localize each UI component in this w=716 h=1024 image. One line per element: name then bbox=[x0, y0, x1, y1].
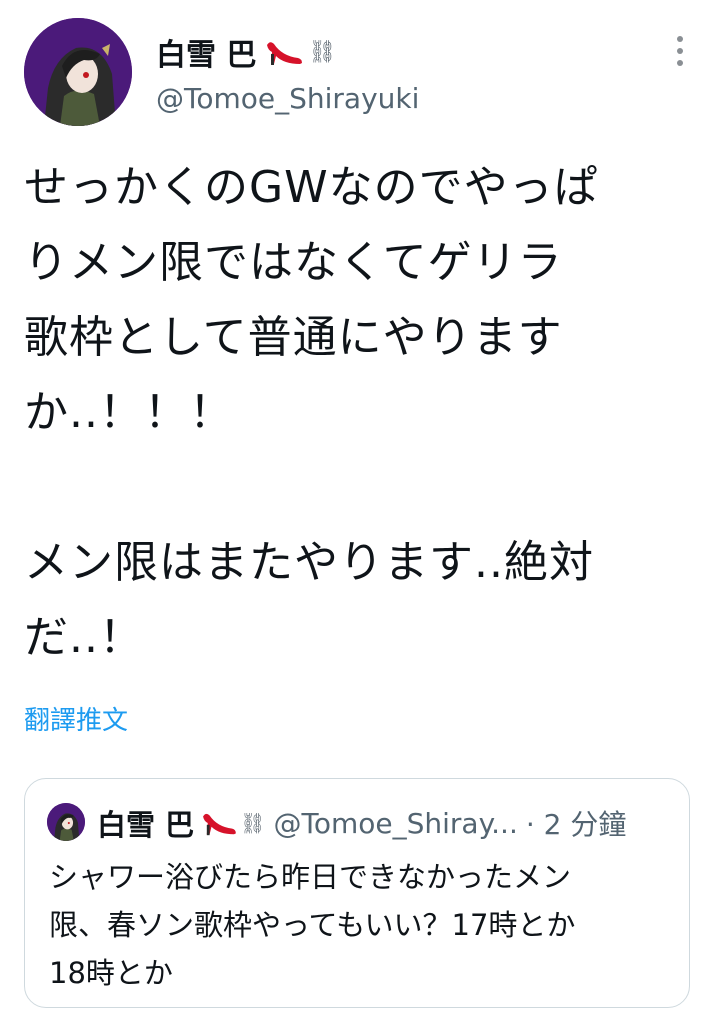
translate-tweet-link[interactable]: 翻譯推文 bbox=[24, 700, 128, 737]
quoted-author-avatar bbox=[47, 803, 85, 841]
quoted-tweet-card[interactable]: 白雪 巴 ⛓ @Tomoe_Shiray... · 2 分鐘 シャワー浴びたら昨… bbox=[24, 778, 690, 1008]
more-dot bbox=[677, 36, 683, 42]
quoted-tweet-text: シャワー浴びたら昨日できなかったメン 限、春ソン歌枠やってもいい？17時とか 1… bbox=[49, 860, 576, 990]
tweet-header: 白雪 巴 ⛓ @Tomoe_Shirayuki bbox=[24, 18, 692, 128]
tweet-text: せっかくのGWなのでやっぱ りメン限ではなくてゲリラ 歌枠として普通にやります … bbox=[24, 162, 599, 663]
avatar-image bbox=[24, 18, 132, 126]
author-avatar[interactable] bbox=[24, 18, 132, 126]
quoted-tweet-timestamp: · 2 分鐘 bbox=[525, 808, 627, 841]
more-dot bbox=[677, 60, 683, 66]
quoted-tweet-header: 白雪 巴 ⛓ @Tomoe_Shiray... · 2 分鐘 bbox=[97, 801, 626, 845]
author-name-row: 白雪 巴 ⛓ bbox=[156, 30, 337, 74]
author-handle[interactable]: @Tomoe_Shirayuki bbox=[156, 82, 419, 115]
more-dot bbox=[677, 48, 683, 54]
quoted-avatar-image bbox=[47, 803, 85, 841]
quoted-author-handle: @Tomoe_Shiray... bbox=[273, 806, 518, 840]
quoted-author-display-name: 白雪 巴 bbox=[97, 808, 195, 842]
chain-icon: ⛓ bbox=[308, 39, 337, 65]
high-heel-icon bbox=[264, 36, 304, 68]
chain-icon: ⛓ bbox=[240, 811, 266, 835]
more-vertical-icon[interactable] bbox=[674, 36, 686, 66]
high-heel-icon bbox=[200, 808, 238, 838]
author-display-name[interactable]: 白雪 巴 bbox=[156, 30, 256, 74]
